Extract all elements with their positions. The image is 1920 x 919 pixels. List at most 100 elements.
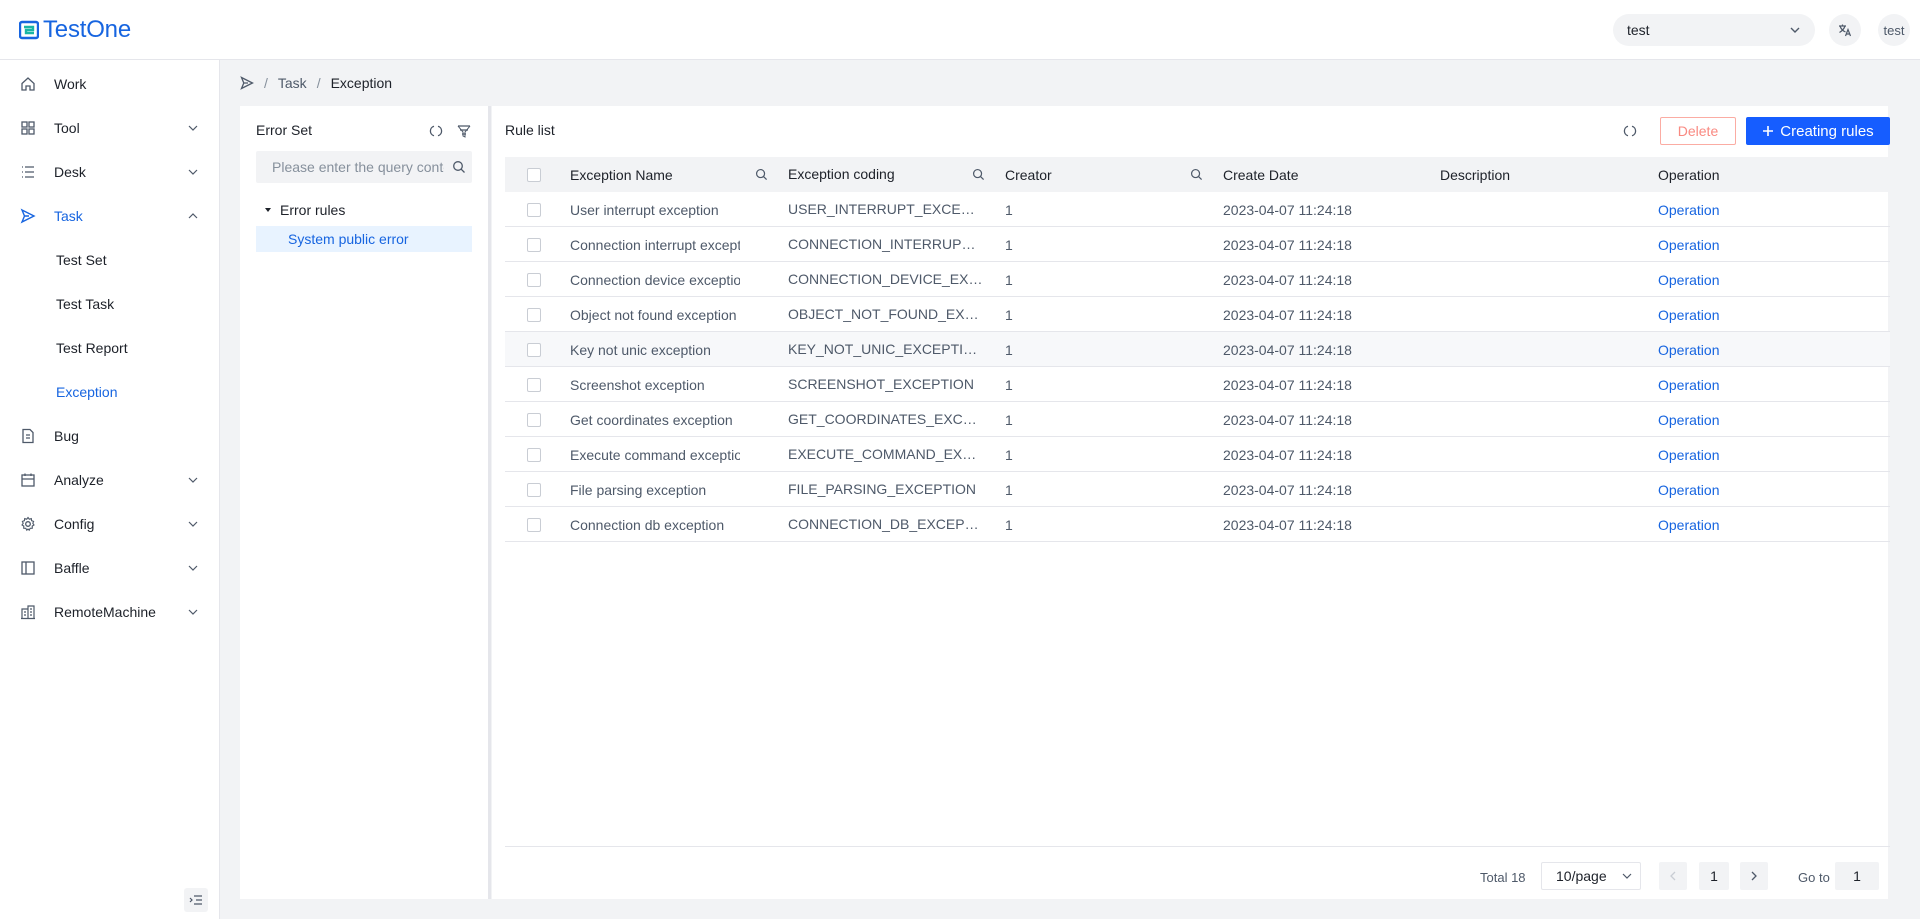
error-set-search-input[interactable] bbox=[272, 159, 444, 175]
menu-fold-icon bbox=[189, 895, 202, 905]
operation-link[interactable]: Operation bbox=[1658, 192, 1778, 227]
search-icon[interactable] bbox=[972, 168, 985, 181]
language-switch-button[interactable] bbox=[1829, 14, 1861, 46]
delete-button[interactable]: Delete bbox=[1660, 117, 1736, 145]
breadcrumb-item-task[interactable]: Task bbox=[278, 75, 307, 91]
sidebar-item-tool[interactable]: Tool bbox=[0, 108, 220, 148]
operation-link[interactable]: Operation bbox=[1658, 367, 1778, 402]
filter-icon[interactable] bbox=[456, 123, 472, 139]
top-bar: TestOne test test bbox=[0, 0, 1920, 60]
operation-link[interactable]: Operation bbox=[1658, 332, 1778, 367]
operation-link[interactable]: Operation bbox=[1658, 437, 1778, 472]
sidebar-subitem-test-task[interactable]: Test Task bbox=[0, 284, 220, 324]
search-icon[interactable] bbox=[755, 168, 768, 181]
cell-create-date: 2023-04-07 11:24:18 bbox=[1223, 446, 1352, 463]
cell-exception-name: Connection db exception bbox=[570, 516, 725, 533]
row-checkbox[interactable] bbox=[527, 447, 541, 462]
row-checkbox[interactable] bbox=[527, 517, 541, 532]
table-row[interactable]: Object not found exception OBJECT_NOT_FO… bbox=[505, 297, 1890, 332]
collapse-sidebar-button[interactable] bbox=[184, 888, 208, 912]
sidebar-subitem-test-set[interactable]: Test Set bbox=[0, 240, 220, 280]
cell-creator: 1 bbox=[1005, 236, 1013, 253]
document-icon bbox=[22, 428, 34, 444]
table-row[interactable]: Connection db exception CONNECTION_DB_EX… bbox=[505, 507, 1890, 542]
table-row[interactable]: User interrupt exception USER_INTERRUPT_… bbox=[505, 192, 1890, 227]
create-rule-button[interactable]: Creating rules bbox=[1746, 117, 1890, 145]
cell-create-date: 2023-04-07 11:24:18 bbox=[1223, 236, 1352, 253]
logo[interactable]: TestOne bbox=[19, 16, 131, 44]
sidebar-item-bug[interactable]: Bug bbox=[0, 416, 220, 456]
page-size-select[interactable]: 10/page bbox=[1541, 862, 1641, 890]
project-select[interactable]: test bbox=[1613, 14, 1815, 46]
sidebar-item-label: Config bbox=[54, 516, 95, 532]
row-select-cell bbox=[527, 227, 543, 262]
row-checkbox[interactable] bbox=[527, 377, 541, 392]
search-icon[interactable] bbox=[1190, 168, 1203, 181]
panel-divider[interactable] bbox=[488, 106, 491, 899]
cell-creator: 1 bbox=[1005, 271, 1013, 288]
page-number-current[interactable]: 1 bbox=[1699, 862, 1729, 890]
cell-exception-coding: KEY_NOT_UNIC_EXCEPTION bbox=[788, 341, 984, 357]
testone-logo-icon bbox=[19, 20, 39, 40]
select-all-checkbox[interactable] bbox=[527, 167, 541, 182]
sidebar-item-desk[interactable]: Desk bbox=[0, 152, 220, 192]
row-checkbox[interactable] bbox=[527, 237, 541, 252]
refresh-icon[interactable] bbox=[1622, 123, 1638, 139]
cell-description bbox=[1440, 402, 1590, 437]
table-row[interactable]: Connection device exception CONNECTION_D… bbox=[505, 262, 1890, 297]
search-icon[interactable] bbox=[452, 160, 466, 174]
table-row[interactable]: Execute command exception EXECUTE_COMMAN… bbox=[505, 437, 1890, 472]
error-set-title: Error Set bbox=[256, 122, 313, 138]
row-checkbox[interactable] bbox=[527, 412, 541, 427]
operation-link[interactable]: Operation bbox=[1658, 402, 1778, 437]
next-page-button[interactable] bbox=[1740, 862, 1768, 890]
row-checkbox[interactable] bbox=[527, 272, 541, 287]
prev-page-button[interactable] bbox=[1659, 862, 1687, 890]
table-row[interactable]: Get coordinates exception GET_COORDINATE… bbox=[505, 402, 1890, 437]
caret-down-icon[interactable] bbox=[264, 206, 272, 214]
sidebar-item-analyze[interactable]: Analyze bbox=[0, 460, 220, 500]
goto-page-input[interactable]: 1 bbox=[1835, 862, 1879, 890]
sidebar-item-label: Desk bbox=[54, 164, 86, 180]
operation-link[interactable]: Operation bbox=[1658, 507, 1778, 542]
table-row[interactable]: Key not unic exception KEY_NOT_UNIC_EXCE… bbox=[505, 332, 1890, 367]
tree-node-error-rules[interactable]: Error rules bbox=[264, 202, 345, 218]
operation-link[interactable]: Operation bbox=[1658, 472, 1778, 507]
tree-node-label: System public error bbox=[288, 231, 409, 247]
tree-node-system-public-error[interactable]: System public error bbox=[256, 226, 472, 252]
refresh-icon[interactable] bbox=[428, 123, 444, 139]
sidebar-item-task[interactable]: Task bbox=[0, 196, 220, 236]
table-row[interactable]: File parsing exception FILE_PARSING_EXCE… bbox=[505, 472, 1890, 507]
row-checkbox[interactable] bbox=[527, 307, 541, 322]
cell-exception-name: Object not found exception bbox=[570, 306, 737, 323]
row-checkbox[interactable] bbox=[527, 202, 541, 217]
operation-link[interactable]: Operation bbox=[1658, 227, 1778, 262]
chevron-down-icon bbox=[188, 521, 198, 527]
table-row[interactable]: Screenshot exception SCREENSHOT_EXCEPTIO… bbox=[505, 367, 1890, 402]
operation-link[interactable]: Operation bbox=[1658, 262, 1778, 297]
translate-icon bbox=[1839, 24, 1852, 37]
sidebar-subitem-test-report[interactable]: Test Report bbox=[0, 328, 220, 368]
chevron-right-icon bbox=[1751, 871, 1757, 881]
send-icon bbox=[20, 208, 36, 224]
sidebar-item-config[interactable]: Config bbox=[0, 504, 220, 544]
cell-exception-coding: CONNECTION_INTERRUPT_EXCEPTION bbox=[788, 236, 984, 252]
operation-link[interactable]: Operation bbox=[1658, 297, 1778, 332]
row-checkbox[interactable] bbox=[527, 482, 541, 497]
column-header-create-date: Create Date bbox=[1223, 166, 1299, 183]
sidebar-item-remotemachine[interactable]: RemoteMachine bbox=[0, 592, 220, 632]
user-avatar[interactable]: test bbox=[1878, 14, 1910, 46]
sidebar-item-work[interactable]: Work bbox=[0, 64, 220, 104]
table-row[interactable]: Connection interrupt exception CONNECTIO… bbox=[505, 227, 1890, 262]
sidebar-subitem-exception[interactable]: Exception bbox=[0, 372, 220, 412]
cell-exception-coding: EXECUTE_COMMAND_EXCEPTION bbox=[788, 446, 984, 462]
cell-exception-name: File parsing exception bbox=[570, 481, 707, 498]
row-checkbox[interactable] bbox=[527, 342, 541, 357]
breadcrumb-item-exception: Exception bbox=[330, 75, 393, 91]
grid-icon bbox=[21, 121, 35, 135]
goto-label: Go to bbox=[1798, 869, 1830, 885]
cell-exception-name: Execute command exception bbox=[570, 446, 740, 463]
error-set-search[interactable] bbox=[256, 151, 472, 183]
rule-list-panel: Rule list Delete Creating rules Exceptio… bbox=[492, 106, 1890, 899]
sidebar-item-baffle[interactable]: Baffle bbox=[0, 548, 220, 588]
